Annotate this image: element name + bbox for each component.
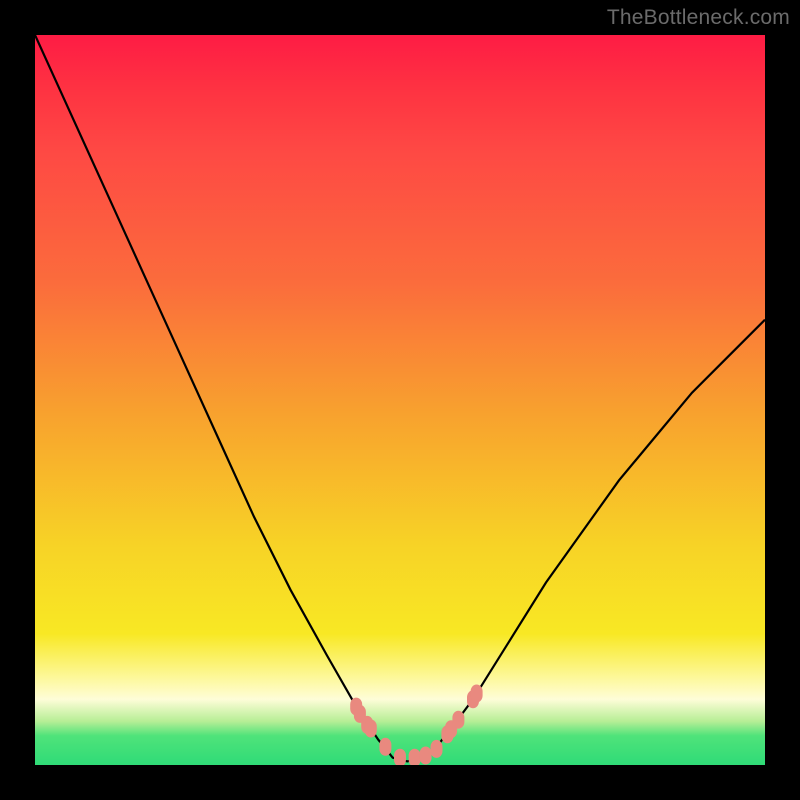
- curve-line: [35, 35, 765, 761]
- marker-node: [420, 747, 432, 765]
- watermark-text: TheBottleneck.com: [607, 6, 790, 30]
- marker-node: [452, 711, 464, 729]
- marker-group: [350, 685, 482, 766]
- marker-node: [394, 749, 406, 765]
- chart-overlay-svg: [35, 35, 765, 765]
- marker-node: [409, 749, 421, 765]
- marker-node: [365, 720, 377, 738]
- marker-node: [431, 740, 443, 758]
- outer-black-frame: TheBottleneck.com: [0, 0, 800, 800]
- marker-node: [471, 685, 483, 703]
- marker-node: [379, 738, 391, 756]
